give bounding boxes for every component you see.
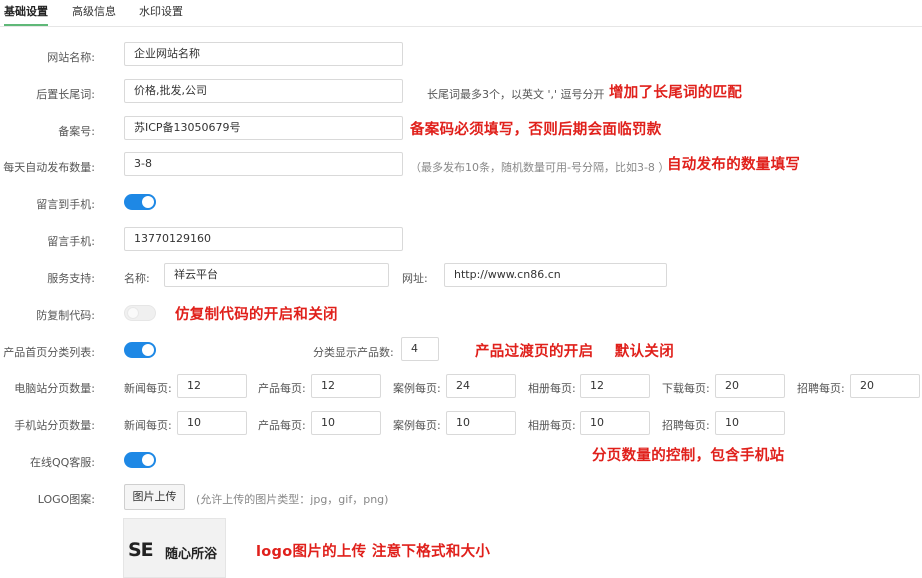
service-url-input[interactable]: http://www.cn86.cn <box>444 263 667 287</box>
longtail-label: 后置长尾词: <box>36 88 95 101</box>
paging-annotation: 分页数量的控制，包含手机站 <box>592 448 785 464</box>
site-name-label: 网站名称: <box>47 51 95 64</box>
service-label: 服务支持: <box>47 272 95 285</box>
service-name-label: 名称: <box>124 272 150 285</box>
pc-download-label: 下载每页: <box>662 382 710 395</box>
pc-paging-label: 电脑站分页数量: <box>14 382 95 395</box>
mobile-news-input[interactable]: 10 <box>177 411 247 435</box>
category-count-input[interactable]: 4 <box>401 337 439 361</box>
qq-service-label: 在线QQ客服: <box>29 456 95 469</box>
mobile-product-label: 产品每页: <box>258 419 306 432</box>
daily-publish-input[interactable]: 3-8 <box>124 152 403 176</box>
mobile-news-label: 新闻每页: <box>124 419 172 432</box>
pc-news-input[interactable]: 12 <box>177 374 247 398</box>
msg-phone-label: 留言手机: <box>47 235 95 248</box>
logo-hint: (允许上传的图片类型：jpg，gif，png) <box>196 493 389 506</box>
upload-image-button[interactable]: 图片上传 <box>124 484 185 510</box>
pc-case-input[interactable]: 24 <box>446 374 516 398</box>
pc-job-input[interactable]: 20 <box>850 374 920 398</box>
logo-label: LOGO图案: <box>37 493 95 506</box>
mobile-album-input[interactable]: 10 <box>580 411 650 435</box>
mobile-job-input[interactable]: 10 <box>715 411 785 435</box>
msg-phone-input[interactable]: 13770129160 <box>124 227 403 251</box>
tab-advanced-info[interactable]: 高级信息 <box>72 0 116 26</box>
service-name-input[interactable]: 祥云平台 <box>164 263 389 287</box>
msg-to-phone-label: 留言到手机: <box>36 198 95 211</box>
toggle-knob <box>127 307 139 319</box>
pc-product-label: 产品每页: <box>258 382 306 395</box>
pc-job-label: 招聘每页: <box>797 382 845 395</box>
tab-bar: 基础设置 高级信息 水印设置 <box>0 0 922 27</box>
pc-album-label: 相册每页: <box>528 382 576 395</box>
longtail-hint: 长尾词最多3个，以英文 ',' 逗号分开 <box>427 88 605 101</box>
product-category-label: 产品首页分类列表: <box>3 346 95 359</box>
toggle-knob <box>142 454 154 466</box>
product-transition-annotation: 产品过渡页的开启 默认关闭 <box>475 344 674 360</box>
logo-annotation: logo图片的上传 注意下格式和大小 <box>256 544 491 560</box>
service-url-label: 网址: <box>402 272 428 285</box>
mobile-album-label: 相册每页: <box>528 419 576 432</box>
mobile-paging-label: 手机站分页数量: <box>14 419 95 432</box>
mobile-case-input[interactable]: 10 <box>446 411 516 435</box>
tab-basic-settings[interactable]: 基础设置 <box>4 0 48 26</box>
toggle-knob <box>142 344 154 356</box>
toggle-knob <box>142 196 154 208</box>
longtail-input[interactable]: 价格,批发,公司 <box>124 79 403 103</box>
mobile-case-label: 案例每页: <box>393 419 441 432</box>
pc-product-input[interactable]: 12 <box>311 374 381 398</box>
mobile-job-label: 招聘每页: <box>662 419 710 432</box>
anti-copy-label: 防复制代码: <box>36 309 95 322</box>
category-count-label: 分类显示产品数: <box>313 346 394 359</box>
icp-input[interactable]: 苏ICP备13050679号 <box>124 116 403 140</box>
mobile-product-input[interactable]: 10 <box>311 411 381 435</box>
daily-publish-label: 每天自动发布数量: <box>3 161 95 174</box>
pc-album-input[interactable]: 12 <box>580 374 650 398</box>
pc-news-label: 新闻每页: <box>124 382 172 395</box>
pc-case-label: 案例每页: <box>393 382 441 395</box>
daily-publish-annotation: 自动发布的数量填写 <box>667 157 801 173</box>
logo-mark: SE <box>128 539 154 561</box>
logo-brand-text: 随心所浴 <box>165 547 218 562</box>
icp-label: 备案号: <box>58 125 95 138</box>
site-name-input[interactable]: 企业网站名称 <box>124 42 403 66</box>
msg-to-phone-toggle[interactable] <box>124 194 156 210</box>
qq-service-toggle[interactable] <box>124 452 156 468</box>
product-category-toggle[interactable] <box>124 342 156 358</box>
anti-copy-toggle[interactable] <box>124 305 156 321</box>
anti-copy-annotation: 仿复制代码的开启和关闭 <box>175 307 338 323</box>
pc-download-input[interactable]: 20 <box>715 374 785 398</box>
longtail-annotation: 增加了长尾词的匹配 <box>609 85 743 101</box>
icp-annotation: 备案码必须填写，否则后期会面临罚款 <box>410 122 662 138</box>
logo-preview: SE 随心所浴 <box>123 518 226 578</box>
tab-watermark-settings[interactable]: 水印设置 <box>139 0 183 26</box>
daily-publish-hint: （最多发布10条，随机数量可用-号分隔，比如3-8 ） <box>410 161 670 174</box>
